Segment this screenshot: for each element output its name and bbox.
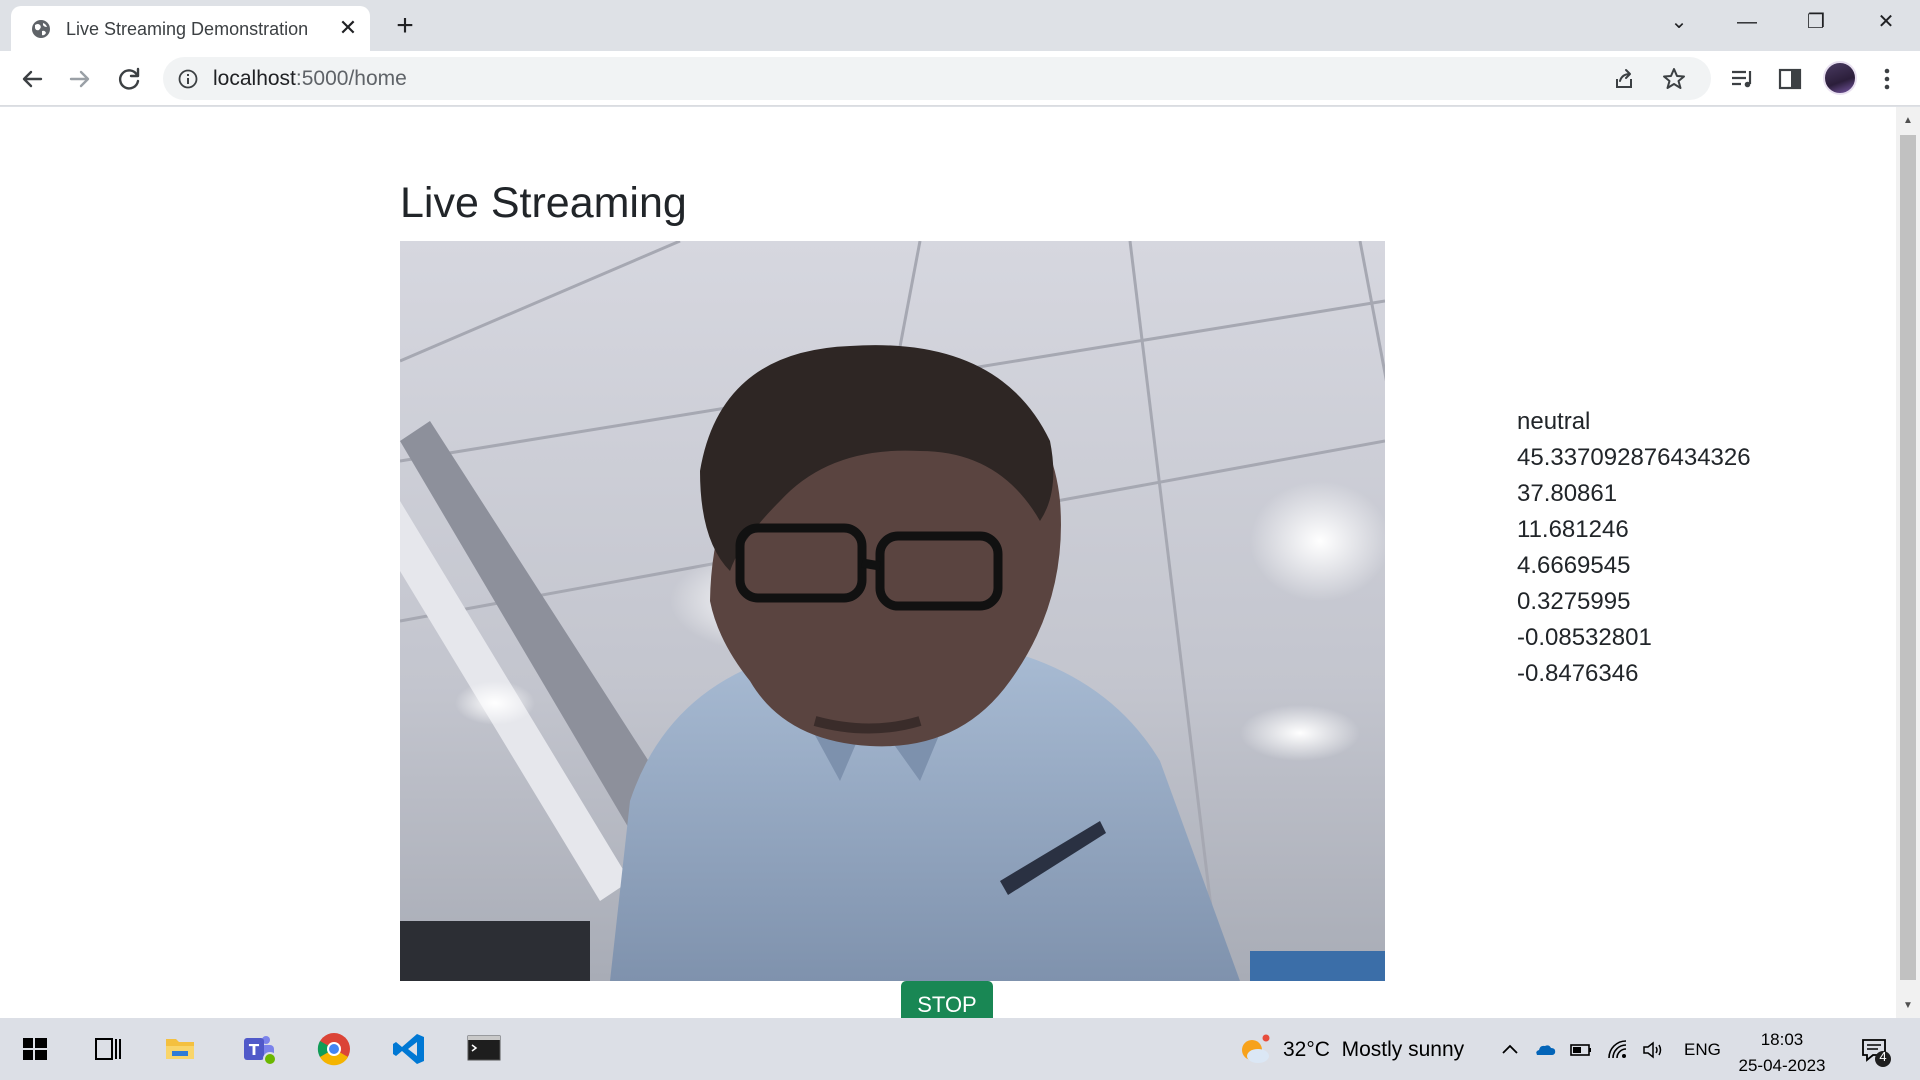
speaker-icon[interactable] xyxy=(1641,1038,1665,1062)
tab-title: Live Streaming Demonstration xyxy=(66,19,309,39)
chrome-icon[interactable] xyxy=(308,1026,360,1072)
file-explorer-icon[interactable] xyxy=(154,1026,206,1072)
score-value: -0.08532801 xyxy=(1517,624,1652,651)
scrollbar-thumb[interactable] xyxy=(1900,135,1916,980)
emotion-results: neutral 45.337092876434326 37.80861 11.6… xyxy=(1517,404,1751,692)
start-icon[interactable] xyxy=(9,1026,61,1072)
url-text[interactable]: localhost:5000/home xyxy=(213,67,407,91)
terminal-icon[interactable] xyxy=(458,1026,510,1072)
tab-search-icon[interactable]: ⌄ xyxy=(1659,8,1699,36)
media-queue-icon[interactable] xyxy=(1726,63,1758,95)
scroll-down-arrow-icon[interactable]: ▼ xyxy=(1902,1000,1914,1012)
browser-tab[interactable]: Live Streaming Demonstration ✕ xyxy=(11,6,370,51)
score-value: 11.681246 xyxy=(1517,516,1629,543)
page-content: Live Streaming neutral 45.33709287643432… xyxy=(0,107,1896,1018)
notification-center[interactable]: 4 xyxy=(1858,1034,1892,1068)
score-value: 37.80861 xyxy=(1517,480,1618,507)
stop-button[interactable]: STOP xyxy=(901,981,993,1018)
more-menu-icon[interactable] xyxy=(1871,63,1903,95)
score-value: 4.6669545 xyxy=(1517,552,1631,579)
restore-button[interactable]: ❐ xyxy=(1796,8,1836,36)
tab-close-icon[interactable]: ✕ xyxy=(336,16,360,40)
task-view-icon[interactable] xyxy=(82,1026,134,1072)
notification-count: 4 xyxy=(1879,1049,1887,1064)
svg-text:T: T xyxy=(249,1041,260,1059)
windows-taskbar: T 32°C Mostly sunny ENG 18:03 25-04-2023 xyxy=(0,1018,1920,1080)
close-window-button[interactable]: ✕ xyxy=(1866,8,1906,36)
teams-icon[interactable]: T xyxy=(232,1026,284,1072)
battery-icon[interactable] xyxy=(1569,1038,1593,1062)
weather-temp: 32°C xyxy=(1283,1038,1330,1061)
reload-icon[interactable] xyxy=(113,63,145,95)
bookmark-star-icon[interactable] xyxy=(1661,66,1687,92)
clock-time: 18:03 xyxy=(1760,1030,1804,1049)
url-path: :5000/home xyxy=(295,67,407,90)
minimize-button[interactable]: — xyxy=(1727,8,1767,36)
profile-avatar[interactable] xyxy=(1823,61,1857,95)
chevron-up-icon[interactable] xyxy=(1498,1038,1522,1062)
globe-icon xyxy=(32,20,50,38)
vscode-icon[interactable] xyxy=(384,1026,436,1072)
score-value: 0.3275995 xyxy=(1517,588,1631,615)
score-value: -0.8476346 xyxy=(1517,660,1639,687)
address-bar[interactable]: localhost:5000/home xyxy=(163,57,1711,100)
site-info-icon[interactable] xyxy=(177,68,199,90)
side-panel-icon[interactable] xyxy=(1774,63,1806,95)
page-title: Live Streaming xyxy=(400,179,687,227)
system-clock[interactable]: 18:03 25-04-2023 xyxy=(1732,1027,1832,1079)
tab-strip: Live Streaming Demonstration ✕ + ⌄ — ❐ ✕ xyxy=(0,0,1920,51)
scroll-up-arrow-icon[interactable]: ▲ xyxy=(1902,115,1914,127)
clock-date: 25-04-2023 xyxy=(1738,1056,1826,1075)
webcam-video-feed xyxy=(400,241,1385,981)
forward-icon[interactable] xyxy=(64,63,96,95)
weather-text[interactable]: 32°C Mostly sunny xyxy=(1283,1038,1464,1062)
onedrive-icon[interactable] xyxy=(1533,1038,1557,1062)
new-tab-button[interactable]: + xyxy=(390,11,420,41)
weather-sun-icon[interactable] xyxy=(1236,1032,1272,1068)
weather-desc: Mostly sunny xyxy=(1341,1038,1465,1061)
emotion-label: neutral xyxy=(1517,408,1591,435)
browser-toolbar: localhost:5000/home xyxy=(0,51,1920,106)
input-language[interactable]: ENG xyxy=(1684,1040,1721,1060)
share-icon[interactable] xyxy=(1611,66,1637,92)
page-scrollbar[interactable]: ▲ ▼ xyxy=(1896,107,1920,1018)
wifi-icon[interactable] xyxy=(1606,1038,1630,1062)
back-icon[interactable] xyxy=(16,63,48,95)
url-host: localhost xyxy=(213,67,296,90)
score-value: 45.337092876434326 xyxy=(1517,444,1751,471)
